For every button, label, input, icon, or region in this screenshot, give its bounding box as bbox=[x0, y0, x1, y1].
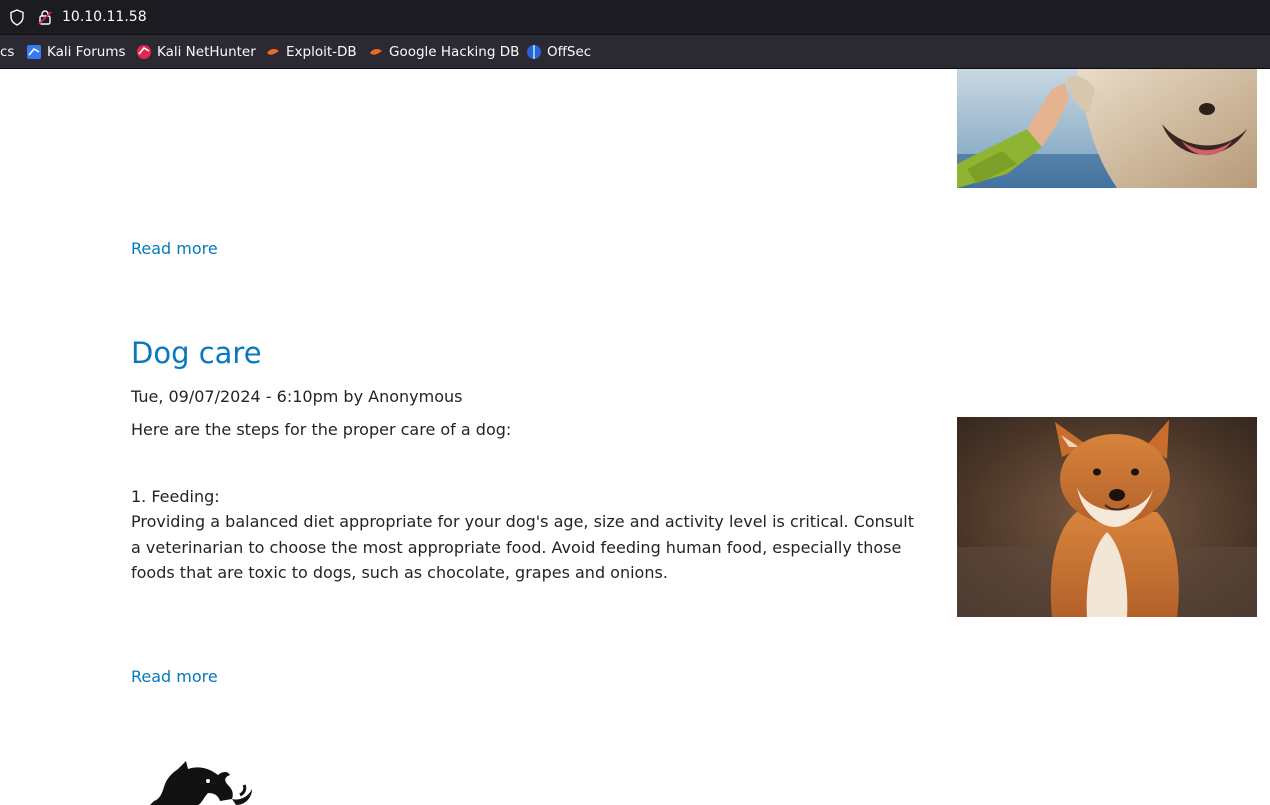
shield-icon[interactable] bbox=[9, 9, 25, 30]
url-bar[interactable]: 10.10.11.58 bbox=[0, 0, 1270, 35]
exploit-db-icon bbox=[265, 44, 281, 60]
drupal-mascot-icon bbox=[150, 761, 252, 805]
ghdb-icon bbox=[368, 44, 384, 60]
bookmark-google-hacking-db[interactable]: Google Hacking DB bbox=[368, 35, 519, 68]
bookmark-label: OffSec bbox=[547, 43, 592, 60]
bookmarks-toolbar: cs Kali Forums Kali NetHunter Exploit-DB… bbox=[0, 35, 1270, 69]
kali-forums-icon bbox=[26, 44, 42, 60]
article-intro: Here are the steps for the proper care o… bbox=[131, 420, 512, 439]
site-logo[interactable] bbox=[148, 759, 254, 805]
article-image-shiba[interactable] bbox=[957, 417, 1257, 617]
bookmark-label: Kali Forums bbox=[47, 43, 126, 60]
insecure-lock-icon[interactable] bbox=[37, 9, 53, 30]
bookmark-label: cs bbox=[0, 43, 15, 60]
bookmark-label: Exploit-DB bbox=[286, 43, 357, 60]
nethunter-icon bbox=[136, 44, 152, 60]
offsec-icon bbox=[526, 44, 542, 60]
step-heading: 1. Feeding: bbox=[131, 487, 220, 506]
step-text: Providing a balanced diet appropriate fo… bbox=[131, 512, 914, 582]
url-text[interactable]: 10.10.11.58 bbox=[62, 8, 147, 26]
bookmark-label: Google Hacking DB bbox=[389, 43, 520, 60]
article-title-dog-care[interactable]: Dog care bbox=[131, 336, 262, 370]
article-meta: Tue, 09/07/2024 - 6:10pm by Anonymous bbox=[131, 387, 463, 406]
bookmark-offsec[interactable]: OffSec bbox=[526, 35, 591, 68]
bookmark-label: Kali NetHunter bbox=[157, 43, 256, 60]
bookmark-kali-nethunter[interactable]: Kali NetHunter bbox=[136, 35, 256, 68]
read-more-link-2[interactable]: Read more bbox=[131, 667, 218, 686]
bookmark-docs[interactable]: cs bbox=[0, 35, 14, 68]
article-image-high-five[interactable] bbox=[957, 69, 1257, 188]
bookmark-exploit-db[interactable]: Exploit-DB bbox=[265, 35, 357, 68]
high-five-dog-image bbox=[957, 69, 1257, 188]
shiba-dog-image bbox=[957, 417, 1257, 617]
bookmark-kali-forums[interactable]: Kali Forums bbox=[26, 35, 126, 68]
read-more-link-1[interactable]: Read more bbox=[131, 239, 218, 258]
page-content: Read more Dog care Tue, 09/07/2024 - 6:1… bbox=[0, 69, 1270, 805]
